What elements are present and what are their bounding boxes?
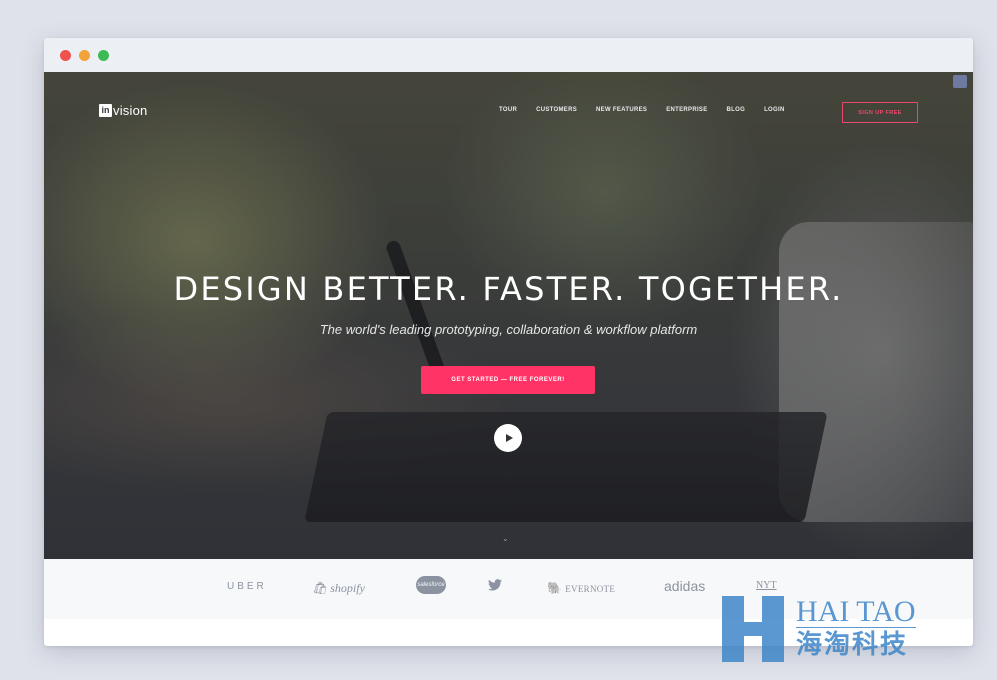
signup-button[interactable]: SIGN UP FREE xyxy=(842,102,918,123)
watermark-text: HAI TAO 海淘科技 xyxy=(796,597,916,662)
nyt-logo: NYT xyxy=(756,580,777,591)
play-icon xyxy=(505,434,513,442)
invision-logo[interactable]: in vision xyxy=(99,103,147,118)
extension-icon[interactable] xyxy=(953,75,967,88)
nav-login[interactable]: LOGIN xyxy=(764,107,785,113)
twitter-bird-icon xyxy=(488,579,502,591)
logo-mark: in xyxy=(99,104,112,117)
evernote-logo: 🐘 EVERNOTE xyxy=(547,581,615,596)
watermark: HAI TAO 海淘科技 xyxy=(722,596,916,662)
uber-logo: UBER xyxy=(227,581,267,592)
browser-window: in vision TOUR CUSTOMERS NEW FEATURES EN… xyxy=(44,38,973,646)
top-nav: TOUR CUSTOMERS NEW FEATURES ENTERPRISE B… xyxy=(499,107,804,113)
chevron-down-icon[interactable]: ⌄ xyxy=(502,534,509,543)
nav-customers[interactable]: CUSTOMERS xyxy=(536,107,577,113)
nav-new-features[interactable]: NEW FEATURES xyxy=(596,107,647,113)
hero-subheadline: The world's leading prototyping, collabo… xyxy=(319,322,698,337)
nav-tour[interactable]: TOUR xyxy=(499,107,517,113)
hero-overlay xyxy=(44,72,973,559)
adidas-logo: adidas xyxy=(664,578,706,594)
hero-section: in vision TOUR CUSTOMERS NEW FEATURES EN… xyxy=(44,72,973,559)
twitter-logo xyxy=(488,579,502,591)
salesforce-cloud-icon: salesforce xyxy=(416,576,446,594)
shopping-bag-icon: 🛍 xyxy=(312,581,328,595)
window-chrome xyxy=(44,38,973,72)
shopify-text: shopify xyxy=(330,581,365,595)
watermark-h-icon xyxy=(722,596,788,662)
salesforce-logo: salesforce xyxy=(416,576,446,594)
close-window-dot[interactable] xyxy=(60,49,71,61)
hero-headline: DESIGN BETTER. FASTER. TOGETHER. xyxy=(173,270,844,308)
get-started-button[interactable]: GET STARTED — FREE FOREVER! xyxy=(421,366,595,394)
play-video-button[interactable] xyxy=(494,424,522,452)
logo-text: vision xyxy=(113,103,148,118)
watermark-en: HAI TAO xyxy=(796,595,916,628)
minimize-window-dot[interactable] xyxy=(79,49,90,61)
nav-enterprise[interactable]: ENTERPRISE xyxy=(666,107,707,113)
maximize-window-dot[interactable] xyxy=(98,49,109,61)
evernote-text: EVERNOTE xyxy=(565,583,616,594)
nav-blog[interactable]: BLOG xyxy=(727,107,746,113)
shopify-logo: 🛍 shopify xyxy=(312,581,365,596)
watermark-cn: 海淘科技 xyxy=(796,630,909,660)
elephant-icon: 🐘 xyxy=(547,581,563,595)
